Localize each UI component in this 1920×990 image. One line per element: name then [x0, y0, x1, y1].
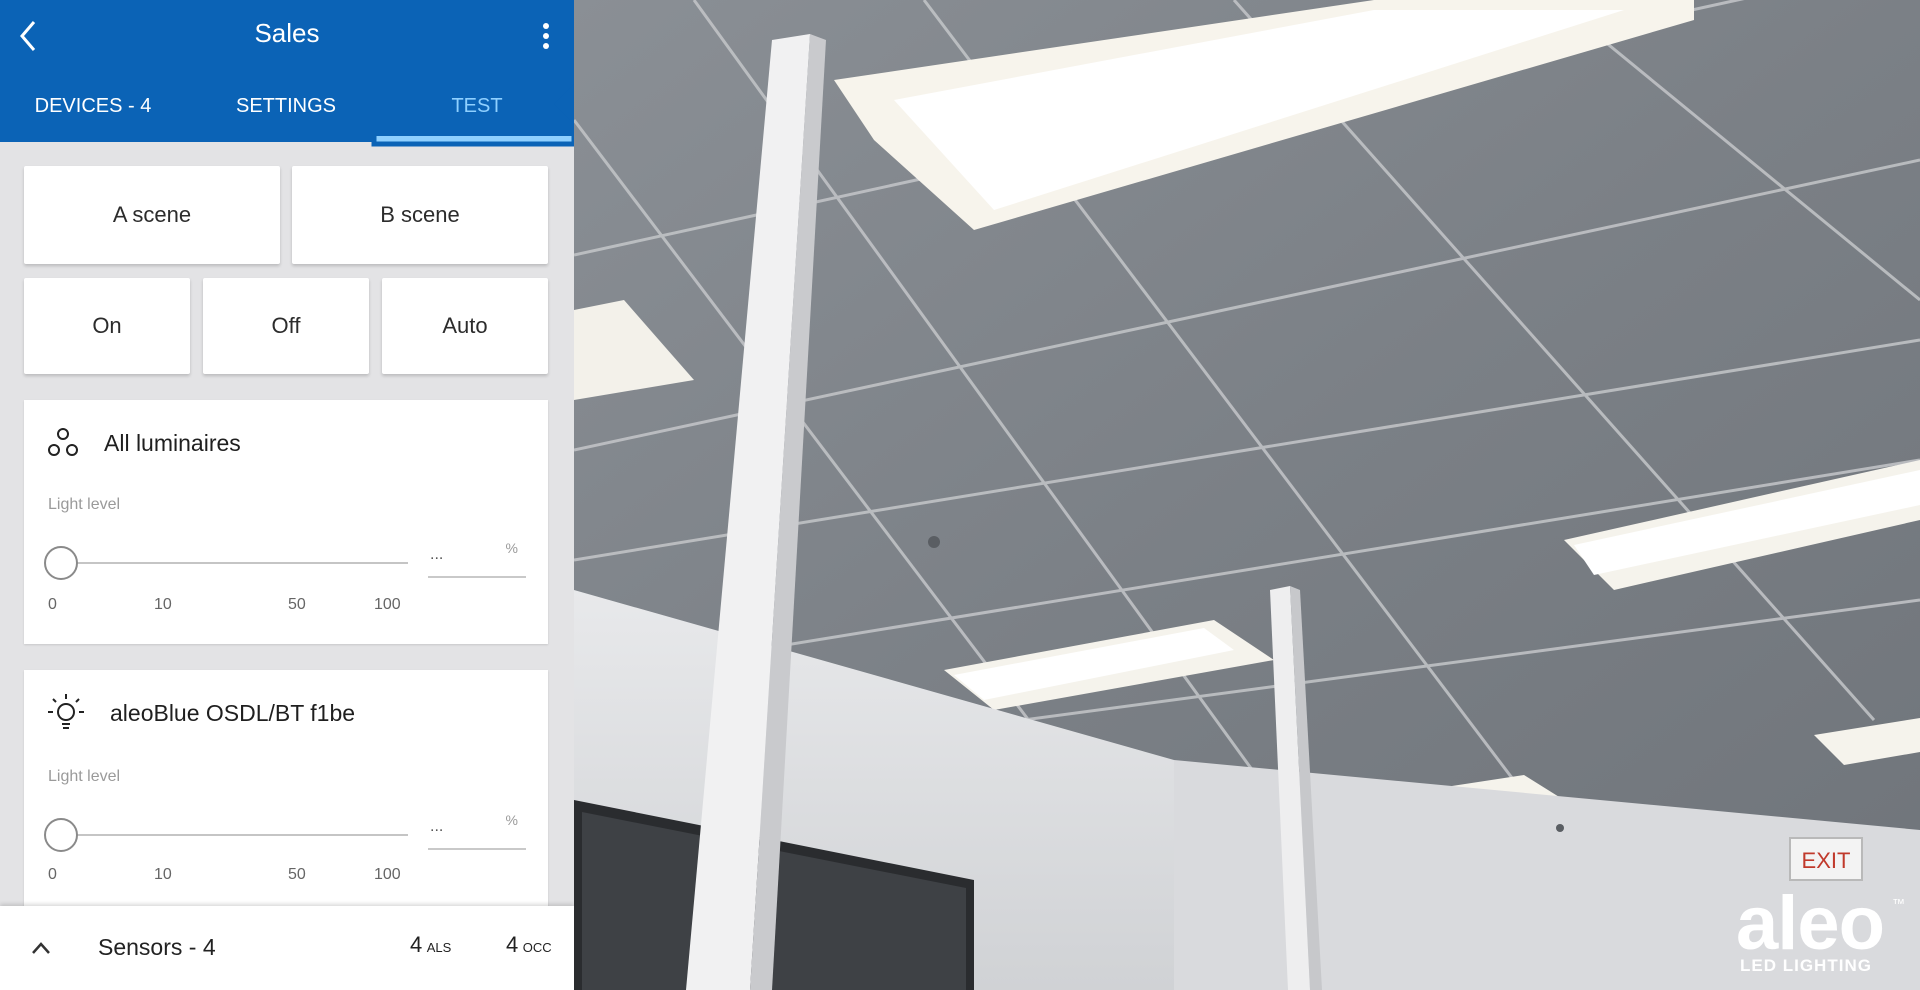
- on-button[interactable]: On: [24, 278, 190, 374]
- light-level-input[interactable]: ... %: [428, 540, 526, 578]
- off-button[interactable]: Off: [203, 278, 369, 374]
- occ-count-value: 4: [506, 932, 519, 957]
- office-ceiling-image: EXIT: [574, 0, 1920, 990]
- light-level-input[interactable]: ... %: [428, 812, 526, 850]
- luminaire-card: All luminaires Light level 0 10 50 100 .…: [24, 400, 548, 644]
- on-label: On: [92, 313, 122, 338]
- tick-label: 0: [48, 866, 57, 883]
- slider-thumb[interactable]: [44, 818, 78, 852]
- exit-sign-text: EXIT: [1802, 848, 1851, 873]
- a-scene-label: A scene: [112, 202, 192, 227]
- card-title: All luminaires: [104, 430, 241, 456]
- tab-devices[interactable]: DEVICES - 4: [28, 88, 158, 124]
- b-scene-label: B scene: [380, 202, 460, 227]
- aleo-logo-tagline: LED LIGHTING: [1740, 956, 1872, 975]
- percent-unit: %: [505, 812, 518, 828]
- a-scene-button[interactable]: A scene: [24, 166, 280, 264]
- tick-label: 50: [288, 596, 306, 613]
- b-scene-button[interactable]: B scene: [292, 166, 548, 264]
- sensors-label: Sensors - 4: [98, 934, 216, 960]
- tab-settings[interactable]: SETTINGS: [225, 88, 347, 124]
- highlight-box: [371, 61, 577, 147]
- light-level-value: ...: [430, 818, 444, 835]
- tick-label: 0: [48, 596, 57, 613]
- aleo-logo-word: aleo: [1736, 881, 1885, 966]
- als-count-value: 4: [410, 932, 423, 957]
- slider-track[interactable]: [64, 562, 408, 564]
- tick-label: 100: [374, 866, 401, 883]
- tick-label: 100: [374, 596, 401, 613]
- page-title: Sales: [254, 18, 320, 48]
- light-level-label: Light level: [48, 496, 121, 513]
- light-level-label: Light level: [48, 768, 121, 785]
- als-count: 4 ALS: [410, 932, 451, 958]
- ceiling-photo: EXIT aleo ™ LED LIGHTING: [574, 0, 1920, 990]
- tick-label: 10: [154, 866, 172, 883]
- chevron-up-icon[interactable]: [30, 940, 52, 956]
- tick-label: 10: [154, 596, 172, 613]
- occ-label: OCC: [522, 940, 552, 955]
- card-title: aleoBlue OSDL/BT f1be: [110, 700, 356, 726]
- off-label: Off: [271, 313, 301, 338]
- auto-label: Auto: [442, 313, 488, 338]
- als-label: ALS: [426, 940, 452, 955]
- light-level-value: ...: [430, 546, 444, 563]
- sensors-bar[interactable]: Sensors - 4 4 ALS 4 OCC: [0, 906, 574, 990]
- group-icon: [48, 428, 78, 456]
- occ-count: 4 OCC: [506, 932, 552, 958]
- percent-unit: %: [505, 540, 518, 556]
- device-card: aleoBlue OSDL/BT f1be Light level 0 10 5…: [24, 670, 548, 914]
- slider-track[interactable]: [64, 834, 408, 836]
- bulb-icon: [48, 694, 84, 729]
- slider-thumb[interactable]: [44, 546, 78, 580]
- aleo-logo-tm: ™: [1892, 896, 1905, 911]
- auto-button[interactable]: Auto: [382, 278, 548, 374]
- tick-label: 50: [288, 866, 306, 883]
